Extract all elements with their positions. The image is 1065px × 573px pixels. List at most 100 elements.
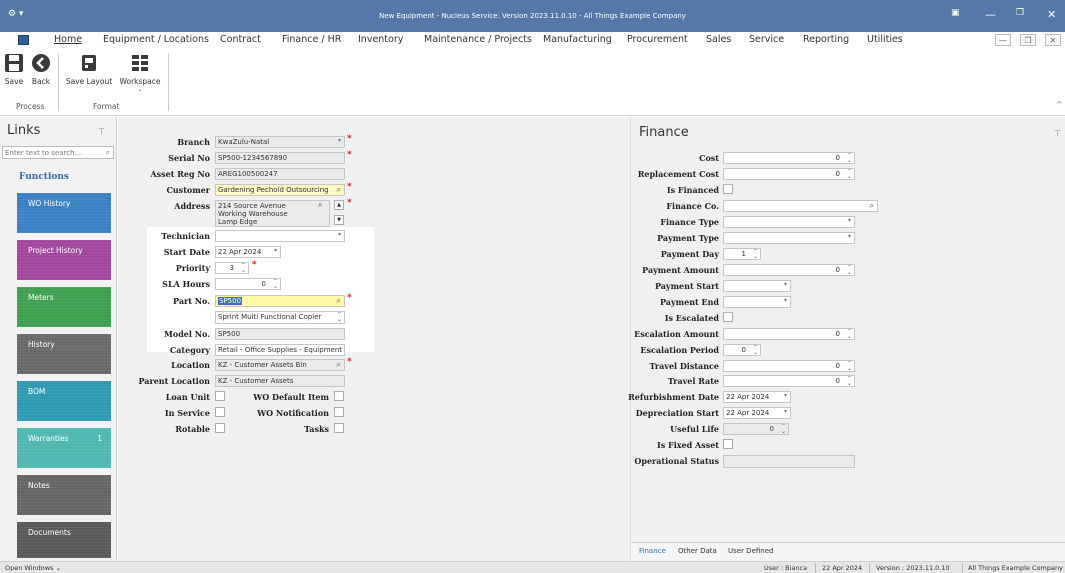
open-windows-button[interactable]: Open Windows ⌄ xyxy=(5,564,61,572)
tab-inventory[interactable]: Inventory xyxy=(358,34,403,45)
tab-manufacturing[interactable]: Manufacturing xyxy=(543,34,612,45)
useful-life-stepper[interactable]: 0 ⌃ ⌄ xyxy=(723,423,789,435)
finance-type-select[interactable]: ▾ xyxy=(723,216,855,228)
scroll-up-icon[interactable]: ▲ xyxy=(334,200,344,210)
tab-procurement[interactable]: Procurement xyxy=(627,34,688,45)
spin-icon[interactable]: ⌃ ⌄ xyxy=(847,169,852,179)
tab-home[interactable]: Home xyxy=(54,34,82,45)
mdi-close-button[interactable]: ✕ xyxy=(1045,34,1061,46)
tab-utilities[interactable]: Utilities xyxy=(867,34,903,45)
search-icon[interactable]: ⌕ xyxy=(318,200,322,210)
serial-no-input[interactable]: SP500-1234567890 xyxy=(215,152,345,164)
save-button[interactable]: Save xyxy=(3,52,25,86)
escalation-amount-input[interactable]: 0 ⌃ ⌄ xyxy=(723,328,855,340)
wo-notification-checkbox[interactable] xyxy=(334,407,344,417)
wo-default-item-checkbox[interactable] xyxy=(334,391,344,401)
technician-select[interactable]: ▾ xyxy=(215,230,345,242)
spin-icon[interactable]: ⌃ ⌄ xyxy=(781,424,786,434)
is-escalated-checkbox[interactable] xyxy=(723,312,733,322)
app-menu-icon[interactable] xyxy=(18,35,29,45)
start-date-picker[interactable]: 22 Apr 2024 ▾ xyxy=(215,246,281,258)
spin-icon[interactable]: ⌃ ⌄ xyxy=(847,329,852,339)
restore-button[interactable]: ❐ xyxy=(1016,8,1024,18)
travel-distance-input[interactable]: 0 ⌃ ⌄ xyxy=(723,360,855,372)
layout-icon[interactable]: ▣ xyxy=(951,8,960,18)
spin-icon[interactable]: ⌃ ⌄ xyxy=(847,361,852,371)
cost-input[interactable]: 0 ⌃ ⌄ xyxy=(723,152,855,164)
collapse-ribbon-icon[interactable]: ^ xyxy=(1056,100,1063,109)
loan-unit-checkbox[interactable] xyxy=(215,391,225,401)
tasks-checkbox[interactable] xyxy=(334,423,344,433)
is-fixed-asset-checkbox[interactable] xyxy=(723,439,733,449)
in-service-checkbox[interactable] xyxy=(215,407,225,417)
tile-meters[interactable]: Meters xyxy=(17,287,111,327)
parent-location-input[interactable]: KZ - Customer Assets xyxy=(215,375,345,387)
tab-finance[interactable]: Finance xyxy=(639,547,666,555)
tab-maintenance-projects[interactable]: Maintenance / Projects xyxy=(424,34,532,45)
minimize-button[interactable]: — xyxy=(985,8,996,21)
back-button[interactable]: Back xyxy=(30,52,52,86)
tile-warranties[interactable]: Warranties 1 xyxy=(17,428,111,468)
refurbishment-date-picker[interactable]: 22 Apr 2024 ▾ xyxy=(723,391,791,403)
spin-icon[interactable]: ⌃ ⌄ xyxy=(273,279,278,289)
category-field[interactable]: Retail - Office Supplies - Equipment xyxy=(215,344,345,356)
search-icon[interactable]: ⌕ xyxy=(337,360,341,370)
tile-history[interactable]: History xyxy=(17,334,111,374)
part-no-lookup[interactable]: SP500 ⌕ xyxy=(215,295,345,307)
depreciation-start-picker[interactable]: 22 Apr 2024 ▾ xyxy=(723,407,791,419)
tab-user-defined[interactable]: User Defined xyxy=(728,547,773,555)
priority-stepper[interactable]: 3 ⌃ ⌄ xyxy=(215,262,249,274)
rotable-checkbox[interactable] xyxy=(215,423,225,433)
payment-day-stepper[interactable]: 1 ⌃ ⌄ xyxy=(723,248,761,260)
tile-notes[interactable]: Notes xyxy=(17,475,111,515)
spin-icon[interactable]: ⌃ ⌄ xyxy=(847,265,852,275)
is-financed-checkbox[interactable] xyxy=(723,184,733,194)
spin-icon[interactable]: ⌃ ⌄ xyxy=(753,249,758,259)
tab-other-data[interactable]: Other Data xyxy=(678,547,717,555)
spin-icon[interactable]: ⌃ ⌄ xyxy=(847,153,852,163)
tab-finance-hr[interactable]: Finance / HR xyxy=(282,34,341,45)
replacement-cost-input[interactable]: 0 ⌃ ⌄ xyxy=(723,168,855,180)
save-layout-button[interactable]: Save Layout xyxy=(64,52,114,86)
asset-reg-no-input[interactable]: AREG100500247 xyxy=(215,168,345,180)
links-search-input[interactable]: Enter text to search... ⌕ xyxy=(2,146,114,159)
sla-hours-stepper[interactable]: 0 ⌃ ⌄ xyxy=(215,278,281,290)
tile-documents[interactable]: Documents xyxy=(17,522,111,558)
payment-amount-input[interactable]: 0 ⌃ ⌄ xyxy=(723,264,855,276)
pin-icon[interactable]: ⊤ xyxy=(98,127,105,136)
cost-label: Cost xyxy=(699,153,719,163)
tab-reporting[interactable]: Reporting xyxy=(803,34,849,45)
mdi-restore-button[interactable]: ❐ xyxy=(1020,34,1036,46)
tile-bom[interactable]: BOM xyxy=(17,381,111,421)
scroll-down-icon[interactable]: ▼ xyxy=(334,215,344,225)
tile-wo-history[interactable]: WO History xyxy=(17,193,111,233)
payment-type-select[interactable]: ▾ xyxy=(723,232,855,244)
spin-icon[interactable]: ⌃ ⌄ xyxy=(241,263,246,273)
spin-icon[interactable]: ⌃ ⌄ xyxy=(847,376,852,386)
payment-end-picker[interactable]: ▾ xyxy=(723,296,791,308)
tab-equipment-locations[interactable]: Equipment / Locations xyxy=(103,34,209,45)
search-icon[interactable]: ⌕ xyxy=(337,296,341,306)
travel-rate-input[interactable]: 0 ⌃ ⌄ xyxy=(723,375,855,387)
search-icon[interactable]: ⌕ xyxy=(870,201,874,211)
tile-project-history[interactable]: Project History xyxy=(17,240,111,280)
pin-icon[interactable]: ⊤ xyxy=(1054,129,1061,138)
mdi-minimize-button[interactable]: — xyxy=(995,34,1011,46)
finance-co-lookup[interactable]: ⌕ xyxy=(723,200,878,212)
tab-service[interactable]: Service xyxy=(749,34,784,45)
escalation-period-stepper[interactable]: 0 ⌃ ⌄ xyxy=(723,344,761,356)
location-lookup[interactable]: KZ - Customer Assets Bin ⌕ xyxy=(215,359,345,371)
customer-lookup[interactable]: Gardening Pechold Outsourcing ⌕ xyxy=(215,184,345,196)
branch-select[interactable]: KwaZulu-Natal ▾ xyxy=(215,136,345,148)
model-no-input[interactable]: SP500 xyxy=(215,328,345,340)
close-button[interactable]: ✕ xyxy=(1047,8,1056,21)
scroll-icon[interactable]: ⌃ ⌄ xyxy=(337,312,342,323)
payment-start-picker[interactable]: ▾ xyxy=(723,280,791,292)
tab-sales[interactable]: Sales xyxy=(706,34,731,45)
address-textarea[interactable]: 214 Source Avenue Working Warehouse Lamp… xyxy=(215,200,330,227)
spin-icon[interactable]: ⌃ ⌄ xyxy=(753,345,758,355)
search-icon[interactable]: ⌕ xyxy=(337,185,341,195)
workspace-button[interactable]: Workspace ⌄ xyxy=(115,52,165,93)
operational-status-input[interactable] xyxy=(723,455,855,468)
tab-contract[interactable]: Contract xyxy=(220,34,261,45)
